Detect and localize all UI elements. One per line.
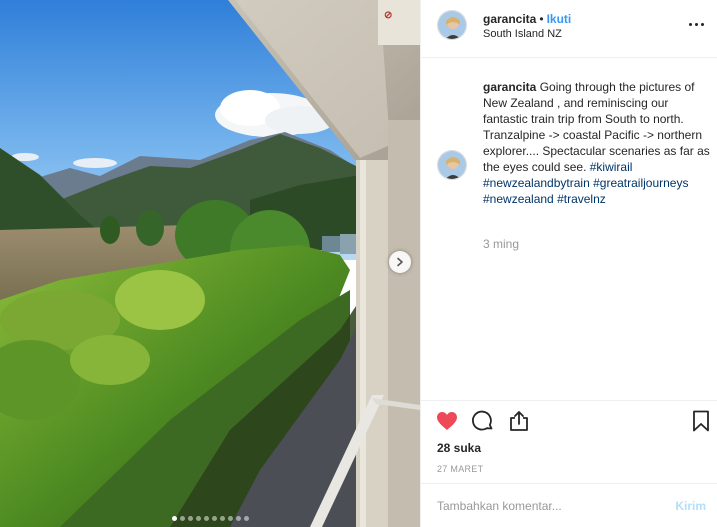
share-icon (510, 411, 528, 431)
hashtag-link[interactable]: #kiwirail (590, 160, 633, 174)
user-avatar-image (438, 151, 466, 179)
add-comment-bar: Kirim (421, 483, 717, 527)
caption-timestamp[interactable]: 3 ming (483, 237, 519, 251)
svg-text:⊘: ⊘ (384, 10, 392, 21)
comments-section: garancita Going through the pictures of … (421, 59, 717, 399)
more-options-button[interactable] (686, 16, 706, 32)
post-header: garancita • Ikuti South Island NZ (421, 0, 717, 58)
action-bar (421, 400, 717, 440)
caption-avatar[interactable] (437, 150, 467, 180)
hashtag-link[interactable]: #newzealand (483, 192, 554, 206)
hashtag-link[interactable]: #greatrailjourneys (593, 176, 688, 190)
post-comment-button[interactable]: Kirim (675, 499, 706, 513)
post-photo[interactable]: ⊘ (0, 0, 420, 527)
comment-button[interactable] (471, 409, 495, 433)
username-link[interactable]: garancita (483, 12, 536, 26)
bookmark-icon (693, 410, 709, 432)
hashtag-link[interactable]: #newzealandbytrain (483, 176, 590, 190)
next-photo-button[interactable] (389, 251, 411, 273)
carousel-dot (211, 516, 217, 521)
comment-input[interactable] (437, 496, 657, 516)
like-count[interactable]: 28 suka (437, 441, 481, 455)
comment-icon (472, 410, 493, 431)
more-horizontal-icon (688, 22, 692, 26)
user-avatar-image (438, 11, 466, 39)
carousel-dot (195, 516, 201, 521)
more-dot (700, 22, 704, 26)
like-button[interactable] (435, 409, 459, 433)
chevron-right-icon (397, 257, 403, 267)
carousel-dot (179, 516, 185, 521)
heart-filled-icon (437, 412, 457, 430)
follow-button[interactable]: Ikuti (547, 12, 572, 26)
carousel-indicator (0, 516, 420, 521)
carousel-dot (243, 516, 249, 521)
avatar[interactable] (437, 10, 467, 40)
carousel-dot (235, 516, 241, 521)
hashtag-link[interactable]: #travelnz (557, 192, 606, 206)
post-details-panel: garancita • Ikuti South Island NZ garancit… (420, 0, 717, 527)
caption-username-link[interactable]: garancita (483, 80, 536, 94)
post-caption: garancita Going through the pictures of … (483, 79, 711, 207)
save-button[interactable] (689, 409, 713, 433)
carousel-dot (227, 516, 233, 521)
location-link[interactable]: South Island NZ (483, 28, 562, 40)
header-line: garancita • Ikuti (483, 12, 571, 26)
more-dot (694, 22, 698, 26)
train-landscape-image: ⊘ (0, 0, 420, 527)
post-date[interactable]: 27 MARET (437, 464, 483, 474)
carousel-dot (203, 516, 209, 521)
separator-dot: • (539, 12, 544, 26)
carousel-dot (219, 516, 225, 521)
carousel-dot (171, 516, 177, 521)
share-button[interactable] (507, 409, 531, 433)
carousel-dot (187, 516, 193, 521)
